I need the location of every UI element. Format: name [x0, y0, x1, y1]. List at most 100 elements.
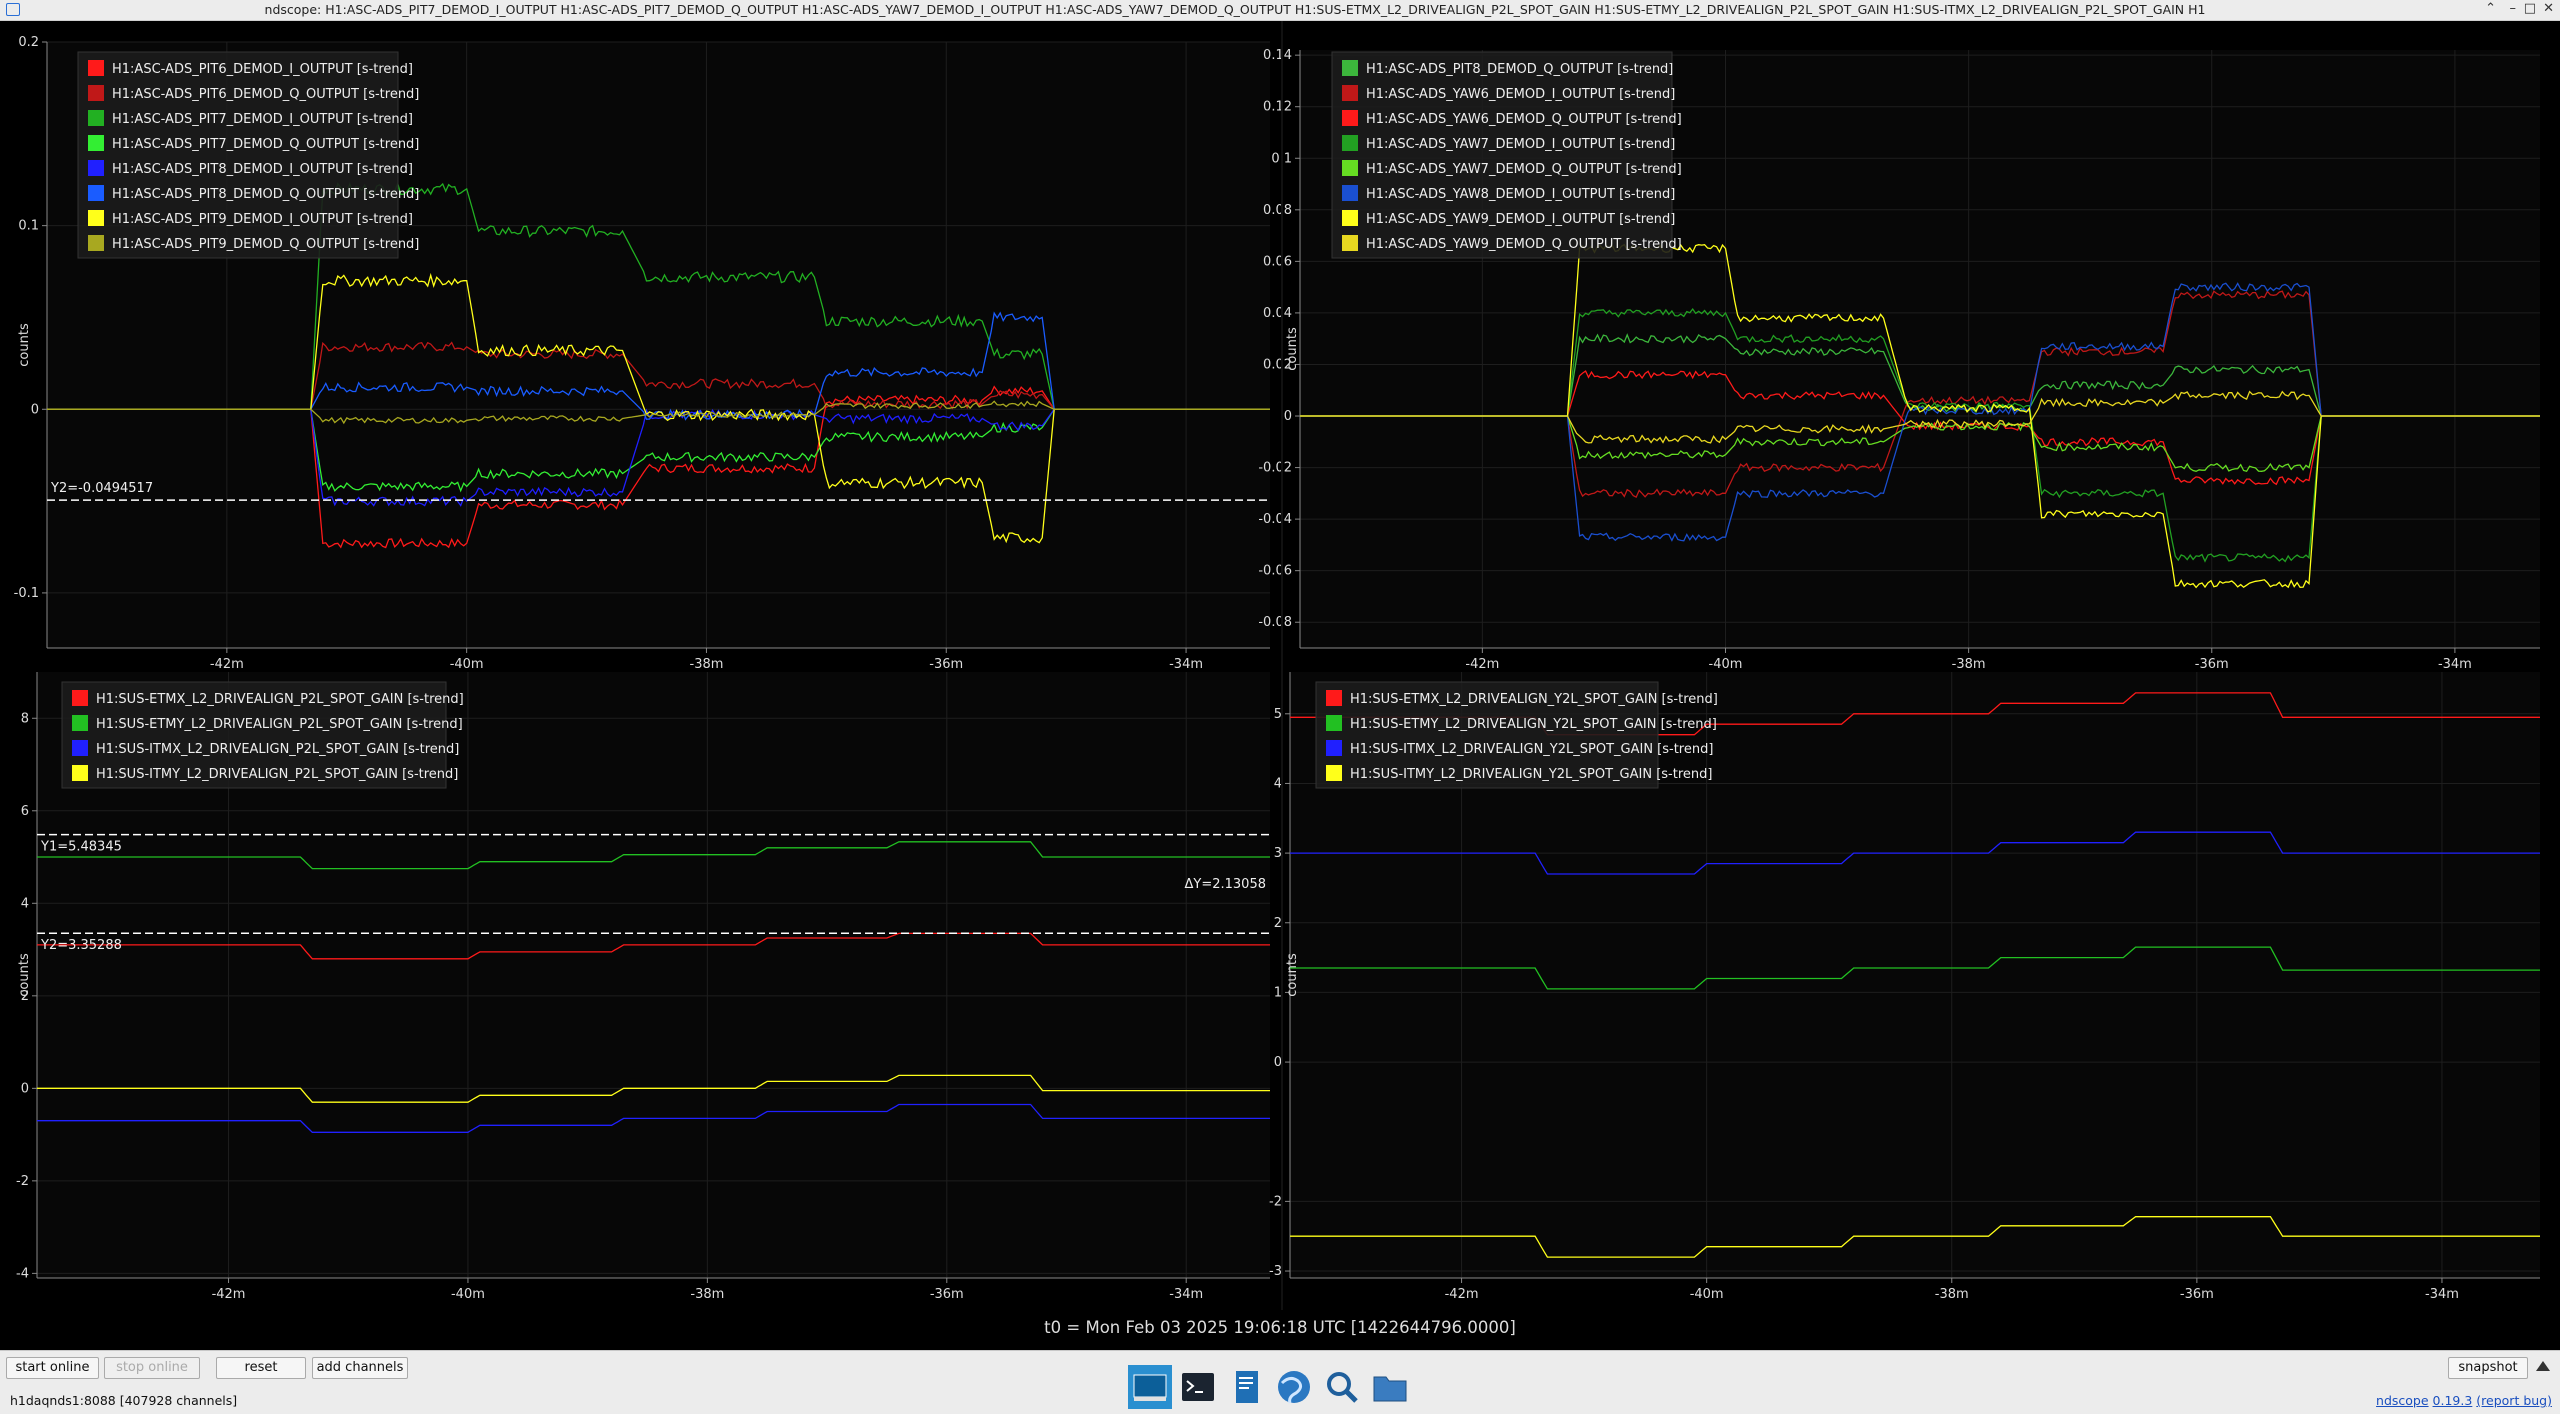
y-tick-label: 1 — [1274, 985, 1282, 1000]
legend-swatch — [88, 85, 104, 101]
version-link[interactable]: ndscope 0.19.3 (report bug) — [2376, 1393, 2552, 1408]
x-tick-label: -42m — [1445, 1287, 1479, 1302]
x-tick-label: -34m — [1169, 1287, 1203, 1302]
x-tick-label: -36m — [929, 657, 963, 672]
y-tick-label: 8 — [21, 711, 29, 726]
legend-swatch — [88, 185, 104, 201]
legend-entry: H1:SUS-ETMY_L2_DRIVEALIGN_P2L_SPOT_GAIN … — [96, 717, 463, 732]
y-tick-label: 0.06 — [1263, 254, 1292, 269]
magnifier-icon[interactable] — [1320, 1365, 1364, 1409]
legend-swatch — [88, 160, 104, 176]
desktop-icon[interactable] — [1128, 1365, 1172, 1409]
snapshot-button[interactable]: snapshot — [2448, 1357, 2528, 1379]
t0-label: t0 = Mon Feb 03 2025 19:06:18 UTC [14226… — [1044, 1318, 1516, 1337]
legend-swatch — [1342, 85, 1358, 101]
legend-swatch — [1342, 135, 1358, 151]
legend-entry: H1:ASC-ADS_YAW7_DEMOD_Q_OUTPUT [s-trend] — [1366, 162, 1682, 177]
y-axis-label: counts — [1285, 953, 1300, 997]
y-tick-label: 4 — [1274, 776, 1282, 791]
legend-swatch — [72, 715, 88, 731]
maximize-button[interactable]: □ — [2524, 1, 2536, 16]
x-tick-label: -36m — [2195, 657, 2229, 672]
start-online-button[interactable]: start online — [6, 1357, 99, 1379]
y-tick-label: -0.04 — [1258, 512, 1292, 527]
x-tick-label: -42m — [1465, 657, 1499, 672]
x-tick-label: -42m — [210, 657, 244, 672]
x-tick-label: -38m — [1935, 1287, 1969, 1302]
terminal-icon[interactable] — [1176, 1365, 1220, 1409]
x-tick-label: -40m — [450, 657, 484, 672]
y-tick-label: -0.1 — [14, 586, 39, 601]
add-channels-button[interactable]: add channels — [312, 1357, 408, 1379]
y-tick-label: 0.1 — [18, 219, 39, 234]
y-tick-label: 0.08 — [1263, 203, 1292, 218]
report-bug-link[interactable]: (report bug) — [2476, 1393, 2552, 1408]
x-tick-label: -34m — [2438, 657, 2472, 672]
y-tick-label: -0.08 — [1258, 615, 1292, 630]
y-tick-label: 0 — [21, 1081, 29, 1096]
legend-entry: H1:ASC-ADS_PIT8_DEMOD_I_OUTPUT [s-trend] — [112, 162, 413, 177]
cursor-label: Y2=-0.0494517 — [50, 481, 153, 496]
x-tick-label: -40m — [1709, 657, 1743, 672]
x-tick-label: -38m — [690, 657, 724, 672]
y-tick-label: 5 — [1274, 707, 1282, 722]
window-title: ndscope: H1:ASC-ADS_PIT7_DEMOD_I_OUTPUT … — [264, 2, 2206, 17]
legend-entry: H1:ASC-ADS_PIT7_DEMOD_Q_OUTPUT [s-trend] — [112, 137, 419, 152]
close-button[interactable]: ✕ — [2543, 1, 2554, 16]
legend-swatch — [88, 110, 104, 126]
collapse-arrow-icon[interactable] — [2536, 1361, 2550, 1371]
legend-entry: H1:ASC-ADS_PIT9_DEMOD_Q_OUTPUT [s-trend] — [112, 237, 419, 252]
x-tick-label: -40m — [1690, 1287, 1724, 1302]
x-tick-label: -38m — [690, 1287, 724, 1302]
legend-swatch — [72, 765, 88, 781]
legend-entry: H1:ASC-ADS_YAW9_DEMOD_Q_OUTPUT [s-trend] — [1366, 237, 1682, 252]
legend-entry: H1:ASC-ADS_PIT8_DEMOD_Q_OUTPUT [s-trend] — [112, 187, 419, 202]
y-tick-label: -4 — [16, 1266, 29, 1281]
legend-entry: H1:ASC-ADS_YAW7_DEMOD_I_OUTPUT [s-trend] — [1366, 137, 1675, 152]
legend-swatch — [72, 740, 88, 756]
legend-entry: H1:ASC-ADS_PIT6_DEMOD_I_OUTPUT [s-trend] — [112, 62, 413, 77]
legend-swatch — [88, 60, 104, 76]
y-tick-label: -2 — [16, 1174, 29, 1189]
folder-icon[interactable] — [1368, 1365, 1412, 1409]
plot-area[interactable]: -42m -40m -38m -36m -34m -0.1 0 0.1 0.2 counts Y2=… — [0, 21, 2560, 1321]
legend-entry: H1:ASC-ADS_PIT7_DEMOD_I_OUTPUT [s-trend] — [112, 112, 413, 127]
y-axis-label: counts — [17, 323, 32, 367]
legend-swatch — [1342, 235, 1358, 251]
legend-swatch — [88, 135, 104, 151]
x-tick-label: -36m — [930, 1287, 964, 1302]
legend-entry: H1:SUS-ETMX_L2_DRIVEALIGN_Y2L_SPOT_GAIN … — [1350, 692, 1718, 707]
y-tick-label: 0.12 — [1263, 100, 1292, 115]
x-tick-label: -42m — [212, 1287, 246, 1302]
y-tick-label: 0 — [31, 402, 39, 417]
x-tick-label: -34m — [1169, 657, 1203, 672]
legend-swatch — [1342, 60, 1358, 76]
legend-entry: H1:SUS-ITMX_L2_DRIVEALIGN_Y2L_SPOT_GAIN … — [1350, 742, 1713, 757]
y-axis-label: counts — [1285, 327, 1300, 371]
delta-y-label: ΔY=2.13058 — [1185, 877, 1267, 892]
y-axis-label: counts — [17, 953, 32, 997]
x-tick-label: -34m — [2425, 1287, 2459, 1302]
shade-window-button[interactable]: ⌃ — [2485, 1, 2496, 16]
stop-online-button[interactable]: stop online — [104, 1357, 200, 1379]
legend-entry: H1:SUS-ETMY_L2_DRIVEALIGN_Y2L_SPOT_GAIN … — [1350, 717, 1717, 732]
legend-swatch — [72, 690, 88, 706]
text-editor-icon[interactable] — [1224, 1365, 1268, 1409]
legend-entry: H1:SUS-ETMX_L2_DRIVEALIGN_P2L_SPOT_GAIN … — [96, 692, 464, 707]
window-titlebar: ndscope: H1:ASC-ADS_PIT7_DEMOD_I_OUTPUT … — [0, 0, 2560, 21]
legend-entry: H1:ASC-ADS_PIT9_DEMOD_I_OUTPUT [s-trend] — [112, 212, 413, 227]
y-tick-label: 0.14 — [1263, 48, 1292, 63]
y-tick-label: -0.02 — [1258, 461, 1292, 476]
y-tick-label: -3 — [1269, 1264, 1282, 1279]
reset-button[interactable]: reset — [216, 1357, 306, 1379]
cursor-label: Y2=3.35288 — [40, 938, 122, 953]
plots-canvas[interactable]: -42m -40m -38m -36m -34m -0.1 0 0.1 0.2 counts Y2=… — [0, 21, 2560, 1321]
legend-swatch — [1342, 160, 1358, 176]
cursor-label: Y1=5.48345 — [40, 840, 122, 855]
minimize-button[interactable]: – — [2510, 1, 2517, 16]
legend-swatch — [1342, 110, 1358, 126]
browser-icon[interactable] — [1272, 1365, 1316, 1409]
version-prefix: ndscope — [2376, 1393, 2429, 1408]
legend-swatch — [1342, 185, 1358, 201]
y-tick-label: -2 — [1269, 1194, 1282, 1209]
